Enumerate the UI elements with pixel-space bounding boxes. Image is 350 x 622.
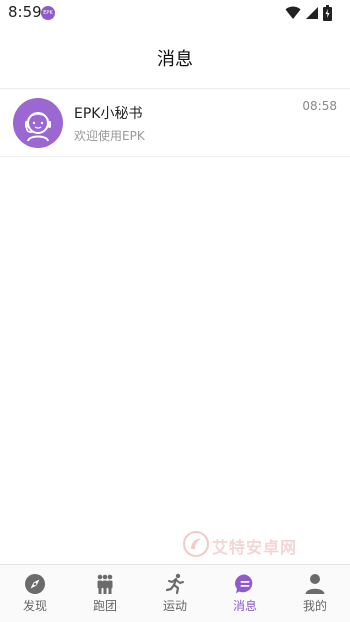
compass-icon (25, 574, 45, 594)
conversation-preview: 欢迎使用EPK (74, 129, 145, 143)
conversation-time: 08:58 (302, 99, 337, 113)
tab-label: 运动 (162, 599, 187, 613)
watermark-logo-icon (183, 531, 209, 557)
page-header: 消息 (0, 26, 350, 89)
wifi-icon (285, 6, 301, 19)
tab-label: 跑团 (92, 599, 117, 613)
person-icon (305, 574, 325, 594)
status-time: 8:59 (8, 3, 42, 21)
epk-notification-icon: EPK (41, 6, 55, 20)
battery-icon (323, 5, 332, 21)
assistant-avatar-icon (13, 98, 63, 148)
message-icon (235, 574, 253, 594)
group-icon (97, 574, 113, 594)
tab-discover[interactable]: 发现 (0, 565, 70, 622)
watermark: 艾特安卓网 (182, 530, 302, 560)
status-bar: 8:59 EPK (0, 0, 350, 26)
tab-label: 发现 (22, 599, 47, 613)
tab-running-group[interactable]: 跑团 (70, 565, 140, 622)
watermark-text: 艾特安卓网 (212, 538, 298, 557)
messages-screen: 8:59 EPK 消息 EPK小秘书 欢迎使用EPK 08:58 艾特安卓网 发… (0, 0, 350, 622)
page-title: 消息 (157, 49, 193, 70)
tab-exercise[interactable]: 运动 (140, 565, 210, 622)
conversation-name: EPK小秘书 (74, 106, 143, 122)
tab-profile[interactable]: 我的 (280, 565, 350, 622)
bottom-tab-bar: 发现 跑团 运动 消息 我的 (0, 564, 350, 622)
status-icons (285, 5, 332, 21)
tab-messages[interactable]: 消息 (210, 565, 280, 622)
tab-label: 我的 (302, 599, 327, 613)
signal-icon (306, 7, 318, 19)
tab-label: 消息 (232, 599, 257, 613)
running-icon (165, 573, 184, 595)
conversation-item[interactable]: EPK小秘书 欢迎使用EPK 08:58 (0, 89, 350, 157)
